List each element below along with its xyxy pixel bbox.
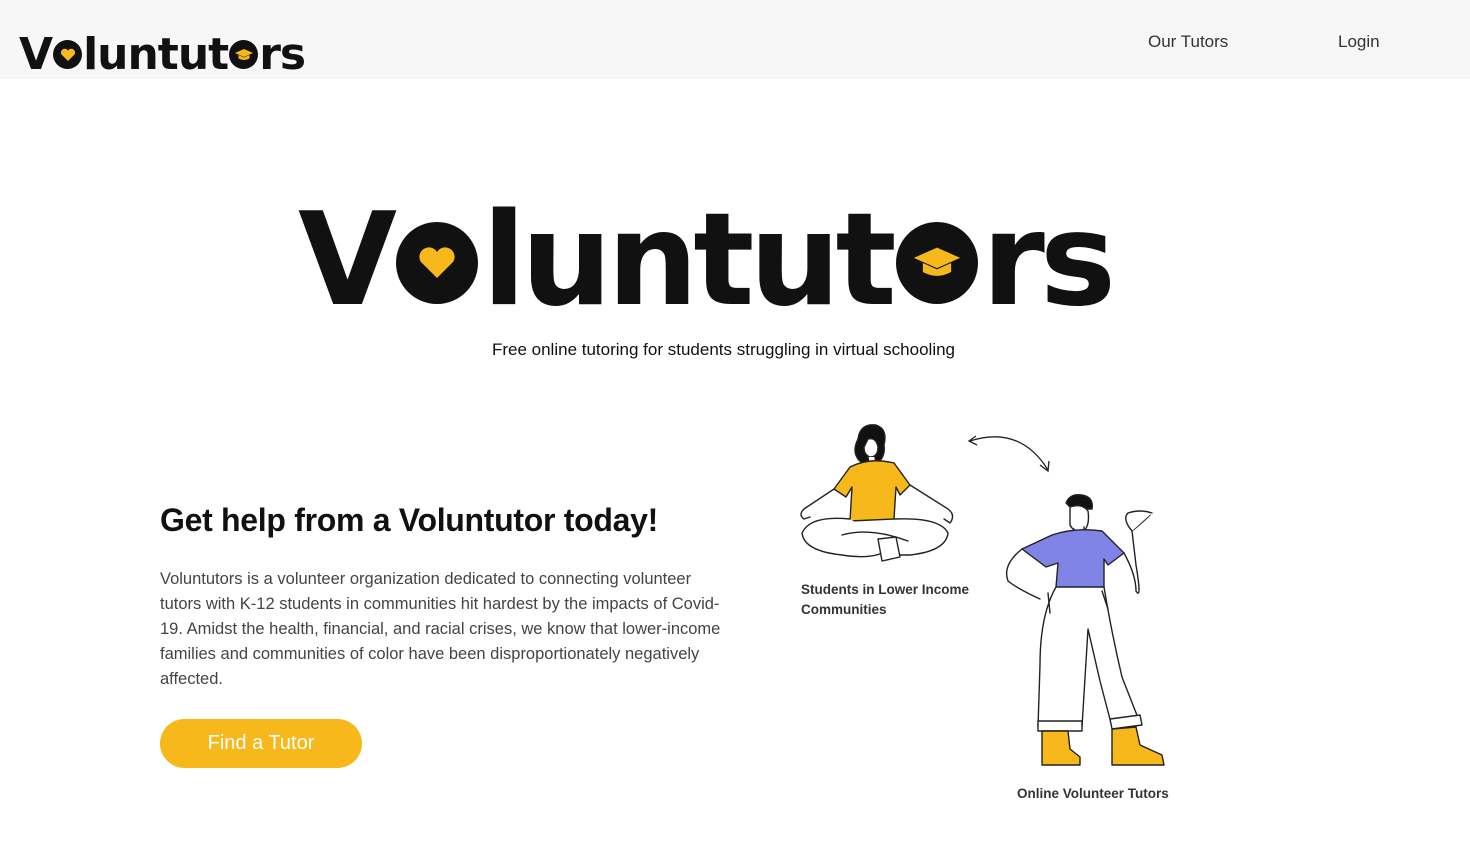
caption-students: Students in Lower Income Communities [801,582,970,617]
nav-logo[interactable]: Vluntut rs [19,29,306,80]
logo-text-part: rs [259,29,306,80]
logo-text-part: V [298,186,397,335]
cta-description: Voluntutors is a volunteer organization … [160,570,721,688]
heart-icon [396,222,479,304]
nav-link-login[interactable]: Login [1338,32,1380,52]
student-figure [800,424,954,562]
top-navbar: Vluntut rs Our Tutors Login [0,0,1470,80]
tutor-figure [1005,493,1165,766]
logo-text-part: rs [981,186,1116,335]
logo-text-part: lunt [482,186,754,335]
logo-text-part: lunt [83,29,179,80]
hero-logo: Vluntut rs [298,196,1158,326]
logo-text-part: ut [749,186,896,335]
heart-icon [53,40,83,69]
cta-heading: Get help from a Voluntutor today! [160,502,658,538]
graduation-cap-icon [229,40,259,69]
find-a-tutor-button[interactable]: Find a Tutor [160,719,362,768]
hero-tagline: Free online tutoring for students strugg… [491,340,956,359]
caption-tutors: Online Volunteer Tutors [1017,786,1169,801]
logo-text-part: ut [177,29,229,80]
curved-arrow-icon [967,435,1050,473]
logo-text-part: V [19,29,53,80]
graduation-cap-icon [895,222,978,304]
nav-link-our-tutors[interactable]: Our Tutors [1148,32,1228,52]
